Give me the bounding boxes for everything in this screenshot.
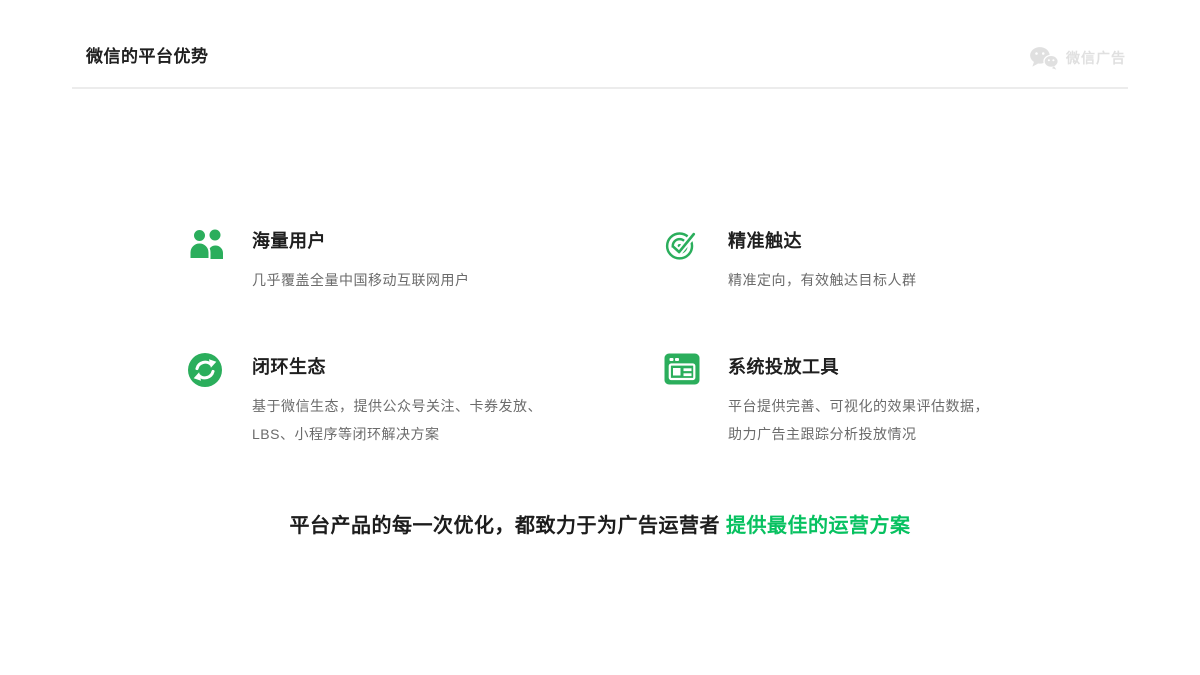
feature-delivery-tools: 系统投放工具 平台提供完善、可视化的效果评估数据， 助力广告主跟踪分析投放情况 (664, 350, 989, 448)
users-icon (188, 224, 226, 259)
slogan-text: 平台产品的每一次优化，都致力于为广告运营者 (289, 515, 726, 537)
page-title: 微信的平台优势 (86, 42, 209, 67)
feature-title: 系统投放工具 (728, 353, 989, 379)
wechat-logo-icon (1029, 46, 1059, 70)
brand-watermark: 微信广告 (1029, 46, 1126, 70)
slogan: 平台产品的每一次优化，都致力于为广告运营者 提供最佳的运营方案 (0, 509, 1200, 538)
feature-description: 基于微信生态，提供公众号关注、卡券发放、 LBS、小程序等闭环解决方案 (252, 392, 542, 448)
feature-massive-users: 海量用户 几乎覆盖全量中国移动互联网用户 (188, 224, 664, 294)
feature-description: 平台提供完善、可视化的效果评估数据， 助力广告主跟踪分析投放情况 (728, 392, 989, 448)
feature-closed-loop: 闭环生态 基于微信生态，提供公众号关注、卡券发放、 LBS、小程序等闭环解决方案 (188, 350, 664, 448)
feature-precise-reach: 精准触达 精准定向，有效触达目标人群 (664, 224, 989, 294)
feature-description: 几乎覆盖全量中国移动互联网用户 (252, 266, 470, 294)
target-check-icon (664, 224, 702, 263)
feature-description: 精准定向，有效触达目标人群 (728, 266, 917, 294)
features-grid: 海量用户 几乎覆盖全量中国移动互联网用户 精准触达 精准定向，有效触达目标人群 (188, 224, 989, 448)
feature-title: 精准触达 (728, 227, 917, 253)
slogan-highlight: 提供最佳的运营方案 (726, 515, 911, 537)
feature-text: 闭环生态 基于微信生态，提供公众号关注、卡券发放、 LBS、小程序等闭环解决方案 (252, 350, 542, 448)
feature-text: 精准触达 精准定向，有效触达目标人群 (728, 224, 917, 294)
header-divider (72, 87, 1128, 89)
cycle-arrows-icon (188, 350, 226, 387)
feature-text: 系统投放工具 平台提供完善、可视化的效果评估数据， 助力广告主跟踪分析投放情况 (728, 350, 989, 448)
feature-title: 海量用户 (252, 227, 470, 253)
feature-title: 闭环生态 (252, 353, 542, 379)
feature-text: 海量用户 几乎覆盖全量中国移动互联网用户 (252, 224, 470, 294)
brand-label: 微信广告 (1066, 48, 1126, 68)
browser-window-icon (664, 350, 702, 385)
